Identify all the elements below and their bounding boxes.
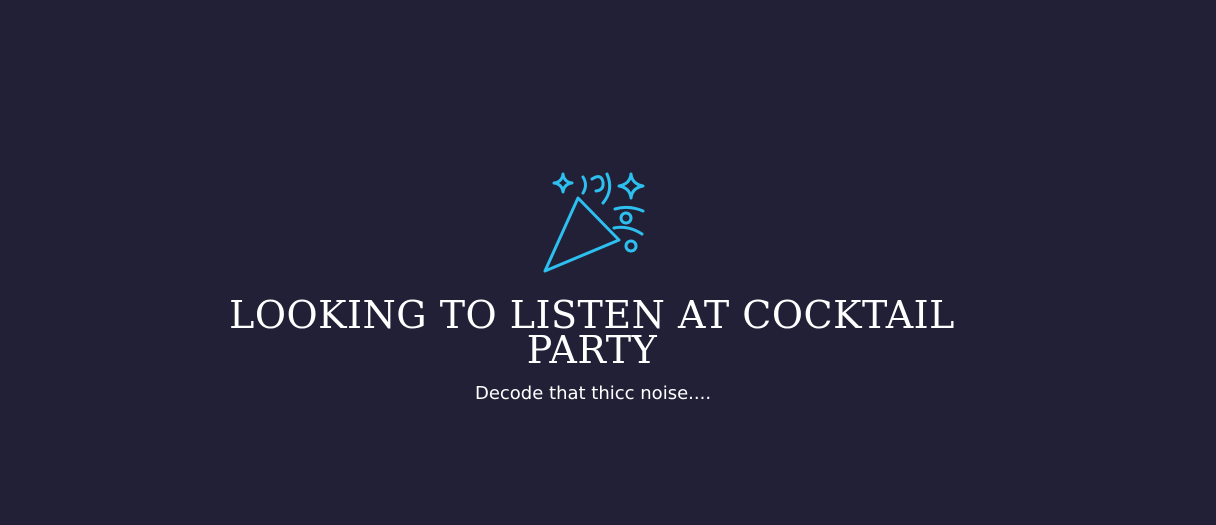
- page-title: LOOKING TO LISTEN AT COCKTAIL PARTY: [229, 293, 955, 372]
- party-popper-icon: [540, 170, 648, 276]
- page-subtitle: Decode that thicc noise....: [474, 383, 712, 404]
- hero-section: LOOKING TO LISTEN AT COCKTAIL PARTY Deco…: [0, 0, 1216, 525]
